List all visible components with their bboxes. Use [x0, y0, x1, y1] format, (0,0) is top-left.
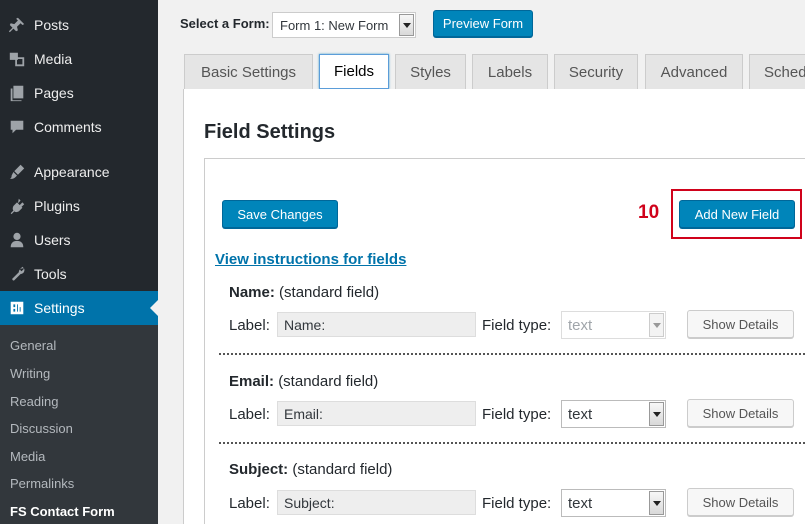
submenu-fs-contact-form[interactable]: FS Contact Form — [10, 504, 115, 519]
label-caption: Label: — [229, 406, 270, 423]
brush-icon — [0, 163, 34, 181]
add-new-field-button[interactable]: Add New Field — [679, 200, 795, 228]
field-type-caption: Field type: — [482, 406, 552, 423]
menu-tools-label: Tools — [34, 266, 67, 282]
settings-icon — [0, 299, 34, 317]
field-type-caption: Field type: — [482, 317, 552, 334]
show-details-button[interactable]: Show Details — [687, 488, 794, 516]
field-kind: (standard field) — [292, 461, 393, 478]
media-icon — [0, 50, 34, 68]
field-type-caption: Field type: — [482, 495, 552, 512]
field-heading: Name: (standard field) — [229, 284, 379, 301]
menu-users-label: Users — [34, 232, 71, 248]
tab-security[interactable]: Security — [554, 54, 638, 89]
menu-pages[interactable]: Pages — [0, 76, 158, 110]
tab-fields[interactable]: Fields — [319, 54, 389, 89]
menu-appearance-label: Appearance — [34, 164, 110, 180]
field-heading: Subject: (standard field) — [229, 461, 392, 478]
form-select-value: Form 1: New Form — [280, 18, 389, 33]
select-form-label: Select a Form: — [180, 16, 270, 31]
label-caption: Label: — [229, 317, 270, 334]
menu-users[interactable]: Users — [0, 223, 158, 257]
chevron-down-icon[interactable] — [649, 402, 664, 426]
label-input[interactable]: Subject: — [277, 490, 476, 515]
menu-appearance[interactable]: Appearance — [0, 155, 158, 189]
menu-posts-label: Posts — [34, 17, 70, 33]
chevron-down-icon[interactable] — [649, 491, 664, 515]
tab-advanced[interactable]: Advanced — [645, 54, 743, 89]
field-name: Subject: — [229, 461, 289, 478]
admin-sidebar: Posts Media Pages Comments Appearance Pl… — [0, 0, 158, 524]
field-type-select[interactable]: text — [561, 400, 666, 428]
instructions-link[interactable]: View instructions for fields — [215, 251, 406, 268]
label-input[interactable]: Email: — [277, 401, 476, 426]
show-details-button[interactable]: Show Details — [687, 310, 794, 338]
tab-labels[interactable]: Labels — [472, 54, 548, 89]
submenu-general[interactable]: General — [10, 338, 56, 353]
menu-comments-label: Comments — [34, 119, 102, 135]
label-input[interactable]: Name: — [277, 312, 476, 337]
settings-submenu: General Writing Reading Discussion Media… — [0, 325, 158, 524]
step-number: 10 — [638, 202, 660, 223]
comment-icon — [0, 118, 34, 136]
tab-styles[interactable]: Styles — [395, 54, 466, 89]
tab-basic-settings[interactable]: Basic Settings — [184, 54, 313, 89]
plugin-icon — [0, 197, 34, 215]
wrench-icon — [0, 265, 34, 283]
menu-posts[interactable]: Posts — [0, 8, 158, 42]
submenu-permalinks[interactable]: Permalinks — [10, 476, 74, 491]
menu-pages-label: Pages — [34, 85, 74, 101]
field-heading: Email: (standard field) — [229, 373, 378, 390]
menu-plugins-label: Plugins — [34, 198, 80, 214]
field-type-value: text — [568, 317, 593, 334]
divider — [219, 442, 805, 444]
chevron-down-icon[interactable] — [399, 14, 414, 36]
menu-settings-label: Settings — [34, 300, 85, 316]
field-name: Email: — [229, 373, 275, 390]
field-type-value: text — [568, 495, 593, 512]
page-title: Field Settings — [204, 121, 336, 143]
submenu-reading[interactable]: Reading — [10, 394, 58, 409]
field-type-select: text — [561, 311, 666, 339]
submenu-writing[interactable]: Writing — [10, 366, 50, 381]
divider — [219, 353, 805, 355]
field-type-value: text — [568, 406, 593, 423]
show-details-button[interactable]: Show Details — [687, 399, 794, 427]
field-kind: (standard field) — [279, 284, 380, 301]
menu-comments[interactable]: Comments — [0, 110, 158, 144]
save-changes-button[interactable]: Save Changes — [222, 200, 338, 228]
submenu-discussion[interactable]: Discussion — [10, 421, 73, 436]
form-select[interactable]: Form 1: New Form — [272, 12, 416, 38]
tab-scheduling[interactable]: Sched — [749, 54, 805, 89]
pages-icon — [0, 84, 34, 102]
pin-icon — [0, 16, 34, 34]
user-icon — [0, 231, 34, 249]
label-caption: Label: — [229, 495, 270, 512]
menu-tools[interactable]: Tools — [0, 257, 158, 291]
menu-media-label: Media — [34, 51, 73, 67]
field-kind: (standard field) — [278, 373, 379, 390]
menu-settings[interactable]: Settings — [0, 291, 158, 325]
field-name: Name: — [229, 284, 275, 301]
submenu-media[interactable]: Media — [10, 449, 45, 464]
menu-plugins[interactable]: Plugins — [0, 189, 158, 223]
field-type-select[interactable]: text — [561, 489, 666, 517]
menu-media[interactable]: Media — [0, 42, 158, 76]
chevron-down-icon — [649, 313, 664, 337]
preview-form-button[interactable]: Preview Form — [433, 10, 533, 37]
